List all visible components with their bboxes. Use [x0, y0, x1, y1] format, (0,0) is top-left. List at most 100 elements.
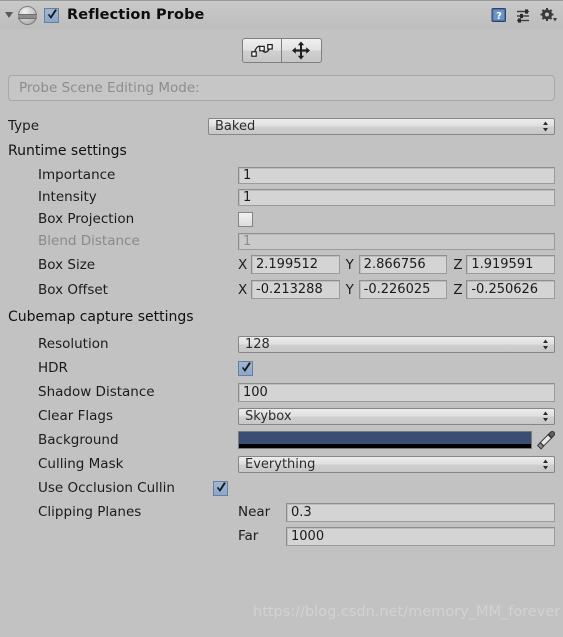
occlusion-culling-row: Use Occlusion Cullin	[0, 476, 563, 500]
checkmark-icon	[242, 361, 251, 372]
box-offset-axis-z: Z	[453, 281, 463, 298]
box-size-axis-z: Z	[453, 256, 463, 273]
shadow-distance-value: 100	[243, 384, 268, 400]
occlusion-culling-label: Use Occlusion Cullin	[38, 480, 175, 496]
box-offset-x-input[interactable]: -0.213288	[251, 280, 340, 299]
edit-bounding-volume-icon	[250, 43, 273, 57]
background-label: Background	[38, 432, 119, 448]
blend-distance-label: Blend Distance	[38, 233, 140, 249]
clipping-planes-label: Clipping Planes	[38, 504, 142, 520]
box-size-z-input[interactable]: 1.919591	[466, 255, 556, 274]
box-size-x-value: 2.199512	[256, 257, 319, 272]
type-label: Type	[8, 118, 40, 134]
box-size-y-value: 2.866756	[363, 257, 426, 272]
component-enabled-checkbox[interactable]	[44, 7, 59, 23]
cubemap-settings-title: Cubemap capture settings	[8, 309, 194, 325]
resolution-row: Resolution 128	[0, 332, 563, 356]
background-row: Background	[0, 428, 563, 452]
culling-mask-row: Culling Mask Everything	[0, 452, 563, 476]
box-size-vector3: X 2.199512 Y 2.866756 Z 1.919591	[238, 255, 556, 274]
help-book-icon[interactable]: ?	[491, 7, 507, 23]
importance-label: Importance	[38, 167, 116, 183]
box-projection-label: Box Projection	[38, 211, 135, 227]
type-dropdown[interactable]: Baked	[208, 117, 555, 135]
box-size-axis-y: Y	[345, 256, 354, 273]
box-offset-y-value: -0.226025	[363, 282, 431, 297]
move-probe-origin-button[interactable]	[281, 37, 322, 63]
clipping-planes-far-input[interactable]: 1000	[286, 526, 555, 546]
foldout-toggle[interactable]	[2, 8, 16, 22]
edit-bounding-volume-button[interactable]	[241, 37, 282, 63]
box-offset-label: Box Offset	[38, 281, 108, 298]
box-size-x-input[interactable]: 2.199512	[251, 255, 340, 274]
box-offset-axis-x: X	[238, 281, 248, 298]
clipping-planes-near-value: 0.3	[291, 504, 312, 520]
blend-distance-input: 1	[238, 232, 555, 250]
probe-tool-group	[241, 37, 322, 63]
intensity-input[interactable]: 1	[238, 188, 555, 206]
checkmark-icon	[217, 481, 226, 492]
box-size-axis-x: X	[238, 256, 248, 273]
clipping-planes-far-value: 1000	[291, 528, 325, 544]
box-offset-x-value: -0.213288	[256, 282, 323, 297]
clipping-planes-near-input[interactable]: 0.3	[286, 502, 555, 522]
shadow-distance-row: Shadow Distance 100	[0, 380, 563, 404]
clipping-planes-near-label: Near	[238, 504, 271, 520]
clear-flags-row: Clear Flags Skybox	[0, 404, 563, 428]
resolution-value: 128	[245, 336, 270, 352]
shadow-distance-label: Shadow Distance	[38, 384, 155, 400]
background-alpha-bar	[239, 444, 531, 448]
background-color-swatch[interactable]	[238, 431, 532, 449]
culling-mask-dropdown[interactable]: Everything	[238, 455, 555, 473]
shadow-distance-input[interactable]: 100	[238, 382, 555, 402]
intensity-label: Intensity	[38, 189, 97, 205]
chevron-updown-icon	[543, 339, 548, 349]
culling-mask-value: Everything	[245, 456, 316, 472]
runtime-settings-section: Runtime settings	[0, 138, 563, 164]
clear-flags-dropdown[interactable]: Skybox	[238, 407, 555, 425]
reflection-probe-inspector: Reflection Probe ? Probe Scene Editing M…	[0, 0, 563, 637]
probe-scene-editing-mode-field: Probe Scene Editing Mode:	[8, 75, 555, 101]
eyedropper-icon[interactable]	[537, 430, 555, 450]
preset-sliders-icon[interactable]	[516, 8, 531, 23]
box-projection-checkbox[interactable]	[238, 211, 253, 227]
gear-dropdown-icon[interactable]	[540, 7, 557, 23]
clipping-planes-far-row: Far 1000	[0, 524, 563, 548]
header-icon-group: ?	[491, 7, 557, 23]
box-size-y-input[interactable]: 2.866756	[358, 255, 448, 274]
type-row: Type Baked	[0, 114, 563, 138]
clear-flags-value: Skybox	[245, 408, 292, 424]
box-size-z-value: 1.919591	[471, 257, 534, 272]
box-offset-y-input[interactable]: -0.226025	[358, 280, 448, 299]
probe-toolbar	[0, 29, 563, 69]
occlusion-culling-checkbox[interactable]	[213, 480, 228, 496]
background-color-fill	[239, 432, 531, 444]
intensity-row: Intensity 1	[0, 186, 563, 208]
hdr-row: HDR	[0, 356, 563, 380]
resolution-dropdown[interactable]: 128	[238, 335, 555, 353]
chevron-updown-icon	[543, 121, 548, 131]
move-probe-origin-icon	[292, 41, 310, 59]
checkmark-icon	[48, 8, 57, 19]
importance-row: Importance 1	[0, 164, 563, 186]
probe-scene-editing-mode-placeholder: Probe Scene Editing Mode:	[19, 80, 200, 96]
culling-mask-label: Culling Mask	[38, 456, 124, 472]
box-offset-vector3: X -0.213288 Y -0.226025 Z -0.250626	[238, 280, 556, 299]
hdr-label: HDR	[38, 360, 68, 376]
page-title: Reflection Probe	[67, 7, 205, 23]
box-projection-row: Box Projection	[0, 208, 563, 230]
box-offset-z-value: -0.250626	[471, 282, 539, 297]
hdr-checkbox[interactable]	[238, 360, 253, 376]
svg-text:?: ?	[496, 11, 502, 22]
chevron-updown-icon	[543, 411, 548, 421]
component-header[interactable]: Reflection Probe ?	[0, 0, 563, 29]
resolution-label: Resolution	[38, 336, 109, 352]
clipping-planes-near-row: Clipping Planes Near 0.3	[0, 500, 563, 524]
blend-distance-row: Blend Distance 1	[0, 230, 563, 252]
reflection-probe-icon	[18, 5, 37, 25]
clipping-planes-far-label: Far	[238, 528, 259, 544]
importance-input[interactable]: 1	[238, 166, 555, 184]
box-offset-z-input[interactable]: -0.250626	[466, 280, 556, 299]
box-offset-axis-y: Y	[345, 281, 354, 298]
intensity-value: 1	[243, 189, 252, 205]
